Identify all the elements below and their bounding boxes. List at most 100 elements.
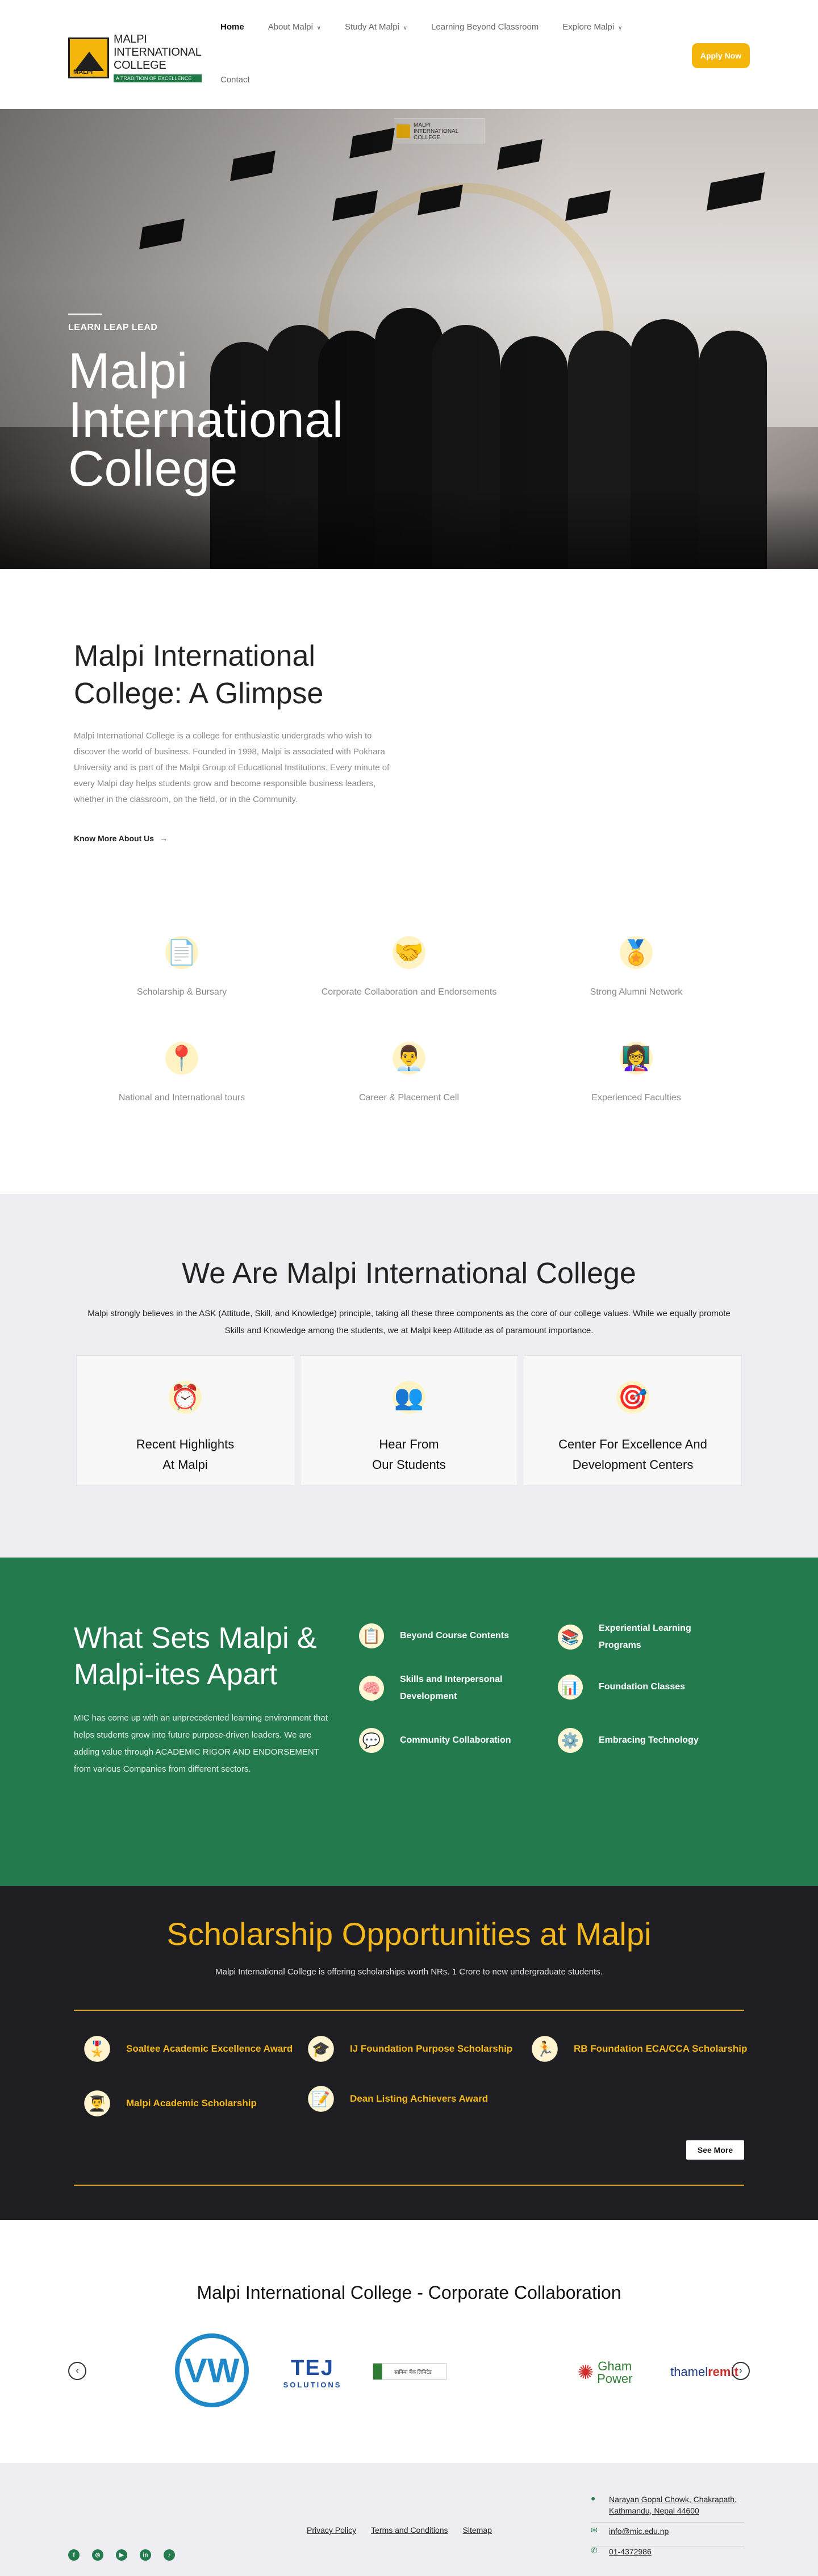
know-more-link[interactable]: Know More About Us →: [74, 834, 168, 843]
scholarship-item[interactable]: 🎓 IJ Foundation Purpose Scholarship: [304, 2032, 537, 2065]
site-logo[interactable]: MALPI MALPI INTERNATIONAL COLLEGE A TRAD…: [68, 33, 202, 82]
scholarship-item[interactable]: 📝 Dean Listing Achievers Award: [304, 2082, 537, 2115]
scholarship-title: Scholarship Opportunities at Malpi: [166, 1916, 652, 1952]
phone-link[interactable]: 01-4372986: [609, 2546, 757, 2557]
contact-address: ● Narayan Gopal Chowk, Chakrapath, Kathm…: [591, 2494, 757, 2516]
terms-link[interactable]: Terms and Conditions: [371, 2525, 448, 2535]
card-center-for-excellence[interactable]: 🎯 Center For Excellence And Development …: [524, 1355, 742, 1486]
sets-apart-title: What Sets Malpi & Malpi-ites Apart: [74, 1622, 317, 1691]
we-are-cards: ⏰ Recent Highlights At Malpi 👥 Hear From…: [0, 1355, 818, 1486]
scholarship-item[interactable]: 🎖️ Soaltee Academic Excellence Award: [81, 2032, 314, 2065]
carousel-next-button[interactable]: ›: [732, 2362, 750, 2380]
sets-item-label: Beyond Course Contents: [400, 1631, 510, 1640]
scholarship-item-label: Dean Listing Achievers Award: [350, 2093, 489, 2104]
sets-item-label: Experiential Learning Programs: [599, 1623, 691, 1650]
carousel-prev-button[interactable]: ‹: [68, 2362, 86, 2380]
sets-item: ⚙️ Embracing Technology: [554, 1725, 742, 1756]
award-icon: 🎖️: [81, 2032, 114, 2065]
feature-label: Corporate Collaboration and Endorsements: [321, 987, 497, 997]
sets-apart-section: What Sets Malpi & Malpi-ites Apart MIC h…: [0, 1558, 818, 1886]
scholarship-item-label: IJ Foundation Purpose Scholarship: [350, 2043, 513, 2054]
feature-item[interactable]: 📍 National and International tours: [68, 1033, 295, 1103]
card-title: Center For Excellence And Development Ce…: [558, 1437, 707, 1472]
alumni-icon: 🏅: [611, 927, 662, 978]
volkswagen-logo[interactable]: VW: [175, 2333, 249, 2407]
logo-line-1: MALPI: [114, 33, 147, 45]
faculty-icon: 👩‍🏫: [611, 1033, 662, 1084]
partners-title: Malpi International College - Corporate …: [197, 2282, 621, 2303]
nav-contact[interactable]: Contact: [220, 75, 250, 85]
scholarship-item-label: Malpi Academic Scholarship: [126, 2098, 257, 2109]
collaboration-icon: 🤝: [383, 927, 435, 978]
sets-item: 🧠 Skills and Interpersonal Development: [356, 1671, 543, 1705]
arrow-right-icon: →: [160, 834, 168, 843]
nav-study-at-malpi[interactable]: Study At Malpi: [345, 22, 407, 32]
apply-now-button[interactable]: Apply Now: [692, 43, 750, 68]
partners-section: Malpi International College - Corporate …: [0, 2220, 818, 2463]
card-title: Recent Highlights At Malpi: [136, 1437, 235, 1472]
footer-contact: ● Narayan Gopal Chowk, Chakrapath, Kathm…: [591, 2494, 757, 2563]
technology-icon: ⚙️: [554, 1725, 586, 1756]
sets-apart-body: MIC has come up with an unprecedented le…: [74, 1713, 328, 1774]
graduation-cap-icon: 🎓: [304, 2032, 337, 2065]
social-links: f ◎ ▶ in ♪: [68, 2549, 175, 2561]
instagram-icon[interactable]: ◎: [92, 2549, 103, 2561]
feature-item[interactable]: 👩‍🏫 Experienced Faculties: [523, 1033, 750, 1103]
feature-item[interactable]: 👨‍💼 Career & Placement Cell: [295, 1033, 523, 1103]
privacy-policy-link[interactable]: Privacy Policy: [307, 2525, 356, 2535]
scholarship-item[interactable]: 🏃 RB Foundation ECA/CCA Scholarship: [528, 2032, 761, 2065]
bank-logo[interactable]: सानिमा बैंक लिमिटेड: [373, 2363, 446, 2380]
list-icon: 📝: [304, 2082, 337, 2115]
card-recent-highlights[interactable]: ⏰ Recent Highlights At Malpi: [76, 1355, 294, 1486]
nav-learning-beyond-classroom[interactable]: Learning Beyond Classroom: [431, 22, 539, 32]
know-more-label: Know More About Us: [74, 834, 155, 843]
sitemap-link[interactable]: Sitemap: [463, 2525, 492, 2535]
youtube-icon[interactable]: ▶: [116, 2549, 127, 2561]
tiktok-icon[interactable]: ♪: [164, 2549, 175, 2561]
logo-line-2: INTERNATIONAL: [114, 46, 202, 59]
nav-home[interactable]: Home: [220, 22, 244, 32]
scholarship-item-label: Soaltee Academic Excellence Award: [126, 2043, 293, 2054]
gham-power-logo[interactable]: ✺ Gham Power: [568, 2353, 642, 2393]
feature-item[interactable]: 🏅 Strong Alumni Network: [523, 927, 750, 997]
sets-item: 📊 Foundation Classes: [554, 1671, 742, 1703]
scholarship-item[interactable]: 👨‍🎓 Malpi Academic Scholarship: [81, 2087, 314, 2120]
partner-logos: VW TEJ SOLUTIONS सानिमा बैंक लिमिटेड ✺ G…: [170, 2333, 750, 2413]
logo-tagline: A TRADITION OF EXCELLENCE: [114, 74, 202, 82]
clock-icon: ⏰: [160, 1372, 211, 1423]
logo-line-3: COLLEGE: [114, 59, 166, 72]
sets-item: 💬 Community Collaboration: [356, 1725, 543, 1756]
feature-label: Experienced Faculties: [591, 1093, 681, 1103]
career-icon: 👨‍💼: [383, 1033, 435, 1084]
feature-item[interactable]: 🤝 Corporate Collaboration and Endorsemen…: [295, 927, 523, 997]
feature-label: Career & Placement Cell: [358, 1093, 460, 1103]
nav-about-malpi[interactable]: About Malpi: [268, 22, 321, 32]
logo-mark: MALPI: [68, 37, 109, 78]
phone-icon: ✆: [591, 2546, 598, 2555]
address-link[interactable]: Narayan Gopal Chowk, Chakrapath, Kathman…: [609, 2494, 757, 2516]
facebook-icon[interactable]: f: [68, 2549, 80, 2561]
email-link[interactable]: info@mic.edu.np: [609, 2525, 757, 2537]
hero-content: LEARN LEAP LEAD Malpi International Coll…: [68, 314, 386, 496]
linkedin-icon[interactable]: in: [140, 2549, 151, 2561]
scholar-icon: 👨‍🎓: [81, 2087, 114, 2120]
envelope-icon: ✉: [591, 2525, 598, 2535]
sets-item-label: Skills and Interpersonal Development: [400, 1675, 503, 1701]
glimpse-section: Malpi International College: A Glimpse M…: [0, 569, 818, 865]
feature-item[interactable]: 📄 Scholarship & Bursary: [68, 927, 295, 997]
tej-solutions-logo[interactable]: TEJ SOLUTIONS: [273, 2353, 352, 2393]
hero-title: Malpi International College: [68, 343, 344, 496]
foundation-icon: 📊: [554, 1671, 586, 1703]
scholarship-icon: 📄: [156, 927, 207, 978]
page: MALPI MALPI INTERNATIONAL COLLEGE A TRAD…: [0, 0, 818, 2576]
card-hear-from-students[interactable]: 👥 Hear From Our Students: [300, 1355, 518, 1486]
main-nav: Home About Malpi Study At Malpi Learning…: [220, 20, 663, 85]
sets-item: 📋 Beyond Course Contents: [356, 1620, 543, 1652]
sports-icon: 🏃: [528, 2032, 561, 2065]
contact-phone: ✆ 01-4372986: [591, 2546, 757, 2557]
community-icon: 💬: [356, 1725, 387, 1756]
nav-explore-malpi[interactable]: Explore Malpi: [562, 22, 622, 32]
sets-item-label: Embracing Technology: [599, 1735, 699, 1745]
footer-links: Privacy Policy Terms and Conditions Site…: [307, 2525, 492, 2535]
see-more-button[interactable]: See More: [686, 2140, 744, 2160]
